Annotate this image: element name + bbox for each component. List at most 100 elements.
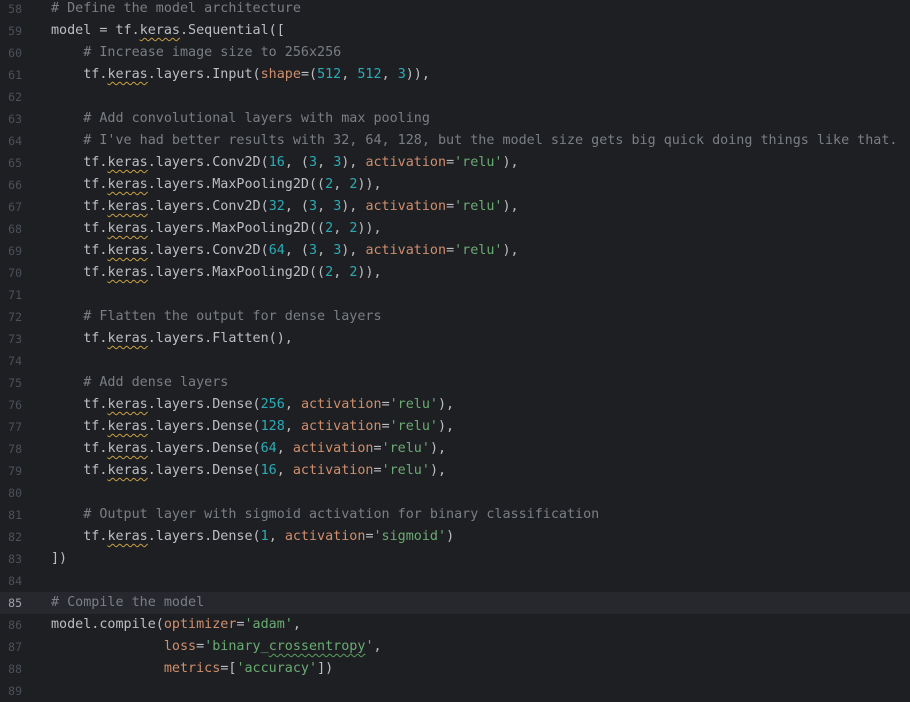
code-token: , [341, 67, 358, 82]
line-number: 60 [8, 46, 22, 60]
line-number: 72 [8, 310, 22, 324]
code-line[interactable]: 83]) [0, 548, 910, 570]
code-text: loss='binary_crossentropy', [51, 636, 910, 658]
code-token: , ( [284, 155, 309, 170]
line-number: 74 [8, 354, 22, 368]
code-token: 'adam' [244, 617, 293, 632]
code-token: ), [438, 419, 455, 434]
line-number: 75 [8, 376, 22, 390]
code-line[interactable]: 84 [0, 570, 910, 592]
code-text: tf.keras.layers.Dense(128, activation='r… [51, 416, 910, 438]
code-token: 'accuracy' [236, 661, 318, 676]
code-line[interactable]: 65 tf.keras.layers.Conv2D(16, (3, 3), ac… [0, 152, 910, 174]
code-token: )), [357, 265, 382, 280]
code-token: metrics [163, 661, 221, 676]
line-number: 81 [8, 508, 22, 522]
code-line[interactable]: 58 # Define the model architecture [0, 0, 910, 20]
code-token: 3 [397, 67, 406, 82]
code-line[interactable]: 87 loss='binary_crossentropy', [0, 636, 910, 658]
code-token: )), [357, 221, 382, 236]
code-line[interactable]: 76 tf.keras.layers.Dense(256, activation… [0, 394, 910, 416]
code-token: .layers.MaxPooling2D(( [147, 265, 326, 280]
code-line[interactable]: 74 [0, 350, 910, 372]
code-line[interactable]: 86 model.compile(optimizer='adam', [0, 614, 910, 636]
code-line[interactable]: 79 tf.keras.layers.Dense(16, activation=… [0, 460, 910, 482]
code-token: 3 [309, 155, 318, 170]
code-token: , [292, 617, 301, 632]
code-token: .layers.Dense( [147, 441, 261, 456]
code-token: tf. [51, 177, 108, 192]
code-line[interactable]: 70 tf.keras.layers.MaxPooling2D((2, 2)), [0, 262, 910, 284]
code-line[interactable]: 68 tf.keras.layers.MaxPooling2D((2, 2)), [0, 218, 910, 240]
code-line[interactable]: 64 # I've had better results with 32, 64… [0, 130, 910, 152]
code-text: # Define the model architecture [51, 0, 910, 20]
line-number: 80 [8, 486, 22, 500]
code-token: 'relu' [389, 419, 438, 434]
code-token: ), [341, 243, 366, 258]
code-line[interactable]: 80 [0, 482, 910, 504]
code-line[interactable]: 61 tf.keras.layers.Input(shape=(512, 512… [0, 64, 910, 86]
code-text: tf.keras.layers.Flatten(), [51, 328, 910, 350]
line-number: 62 [8, 90, 22, 104]
code-token: activation [292, 441, 374, 456]
code-line[interactable]: 85 # Compile the model [0, 592, 910, 614]
code-line[interactable]: 60 # Increase image size to 256x256 [0, 42, 910, 64]
code-line[interactable]: 66 tf.keras.layers.MaxPooling2D((2, 2)), [0, 174, 910, 196]
code-token: # Output layer with sigmoid activation f… [83, 507, 600, 522]
code-line[interactable]: 82 tf.keras.layers.Dense(1, activation='… [0, 526, 910, 548]
code-lines[interactable]: 58 # Define the model architecture 59 model… [0, 0, 910, 702]
code-token: keras [107, 529, 148, 544]
code-editor[interactable]: 58 # Define the model architecture 59 model… [0, 0, 910, 698]
line-number: 89 [8, 684, 22, 698]
code-token: , [333, 221, 350, 236]
code-text: model.compile(optimizer='adam', [51, 614, 910, 636]
code-line[interactable]: 72 # Flatten the output for dense layers [0, 306, 910, 328]
code-line[interactable]: 88 metrics=['accuracy']) [0, 658, 910, 680]
code-line[interactable]: 89 [0, 680, 910, 702]
code-token: # Define the model architecture [51, 1, 301, 16]
code-token: ), [502, 199, 519, 214]
code-token: .layers.Conv2D( [147, 155, 269, 170]
code-text: tf.keras.layers.MaxPooling2D((2, 2)), [51, 174, 910, 196]
code-token: ]) [51, 551, 68, 566]
code-token: tf. [51, 441, 108, 456]
code-token: tf. [51, 463, 108, 478]
code-token: , [333, 177, 350, 192]
code-line[interactable]: 63 # Add convolutional layers with max p… [0, 108, 910, 130]
code-token: ), [429, 441, 447, 456]
code-line[interactable]: 62 [0, 86, 910, 108]
line-number: 61 [8, 68, 22, 82]
code-token: .layers.Dense( [147, 529, 261, 544]
code-line[interactable]: 75 # Add dense layers [0, 372, 910, 394]
code-line[interactable]: 77 tf.keras.layers.Dense(128, activation… [0, 416, 910, 438]
code-token: .layers.MaxPooling2D(( [147, 221, 326, 236]
code-token: , [276, 463, 293, 478]
code-token: 'relu' [454, 199, 503, 214]
code-token: 2 [325, 265, 334, 280]
code-token: tf. [51, 221, 108, 236]
code-token: )), [405, 67, 430, 82]
code-token: keras [139, 23, 180, 38]
code-token: =[ [220, 661, 237, 676]
code-token: # Add convolutional layers with max pool… [83, 111, 430, 126]
code-line[interactable]: 67 tf.keras.layers.Conv2D(32, (3, 3), ac… [0, 196, 910, 218]
code-token: , [276, 441, 293, 456]
code-token: keras [107, 463, 148, 478]
code-token: model = tf. [51, 23, 140, 38]
code-token: , [317, 243, 334, 258]
code-line[interactable]: 71 [0, 284, 910, 306]
code-token: , [317, 155, 334, 170]
code-token: tf. [51, 529, 108, 544]
code-line[interactable]: 73 tf.keras.layers.Flatten(), [0, 328, 910, 350]
code-line[interactable]: 59 model = tf.keras.Sequential([ [0, 20, 910, 42]
line-number: 66 [8, 178, 22, 192]
code-token: 16 [268, 155, 285, 170]
code-token: 256 [260, 397, 285, 412]
code-line[interactable]: 69 tf.keras.layers.Conv2D(64, (3, 3), ac… [0, 240, 910, 262]
code-line[interactable]: 78 tf.keras.layers.Dense(64, activation=… [0, 438, 910, 460]
code-line[interactable]: 81 # Output layer with sigmoid activatio… [0, 504, 910, 526]
code-text: tf.keras.layers.Dense(1, activation='sig… [51, 526, 910, 548]
code-text: ]) [51, 548, 910, 570]
